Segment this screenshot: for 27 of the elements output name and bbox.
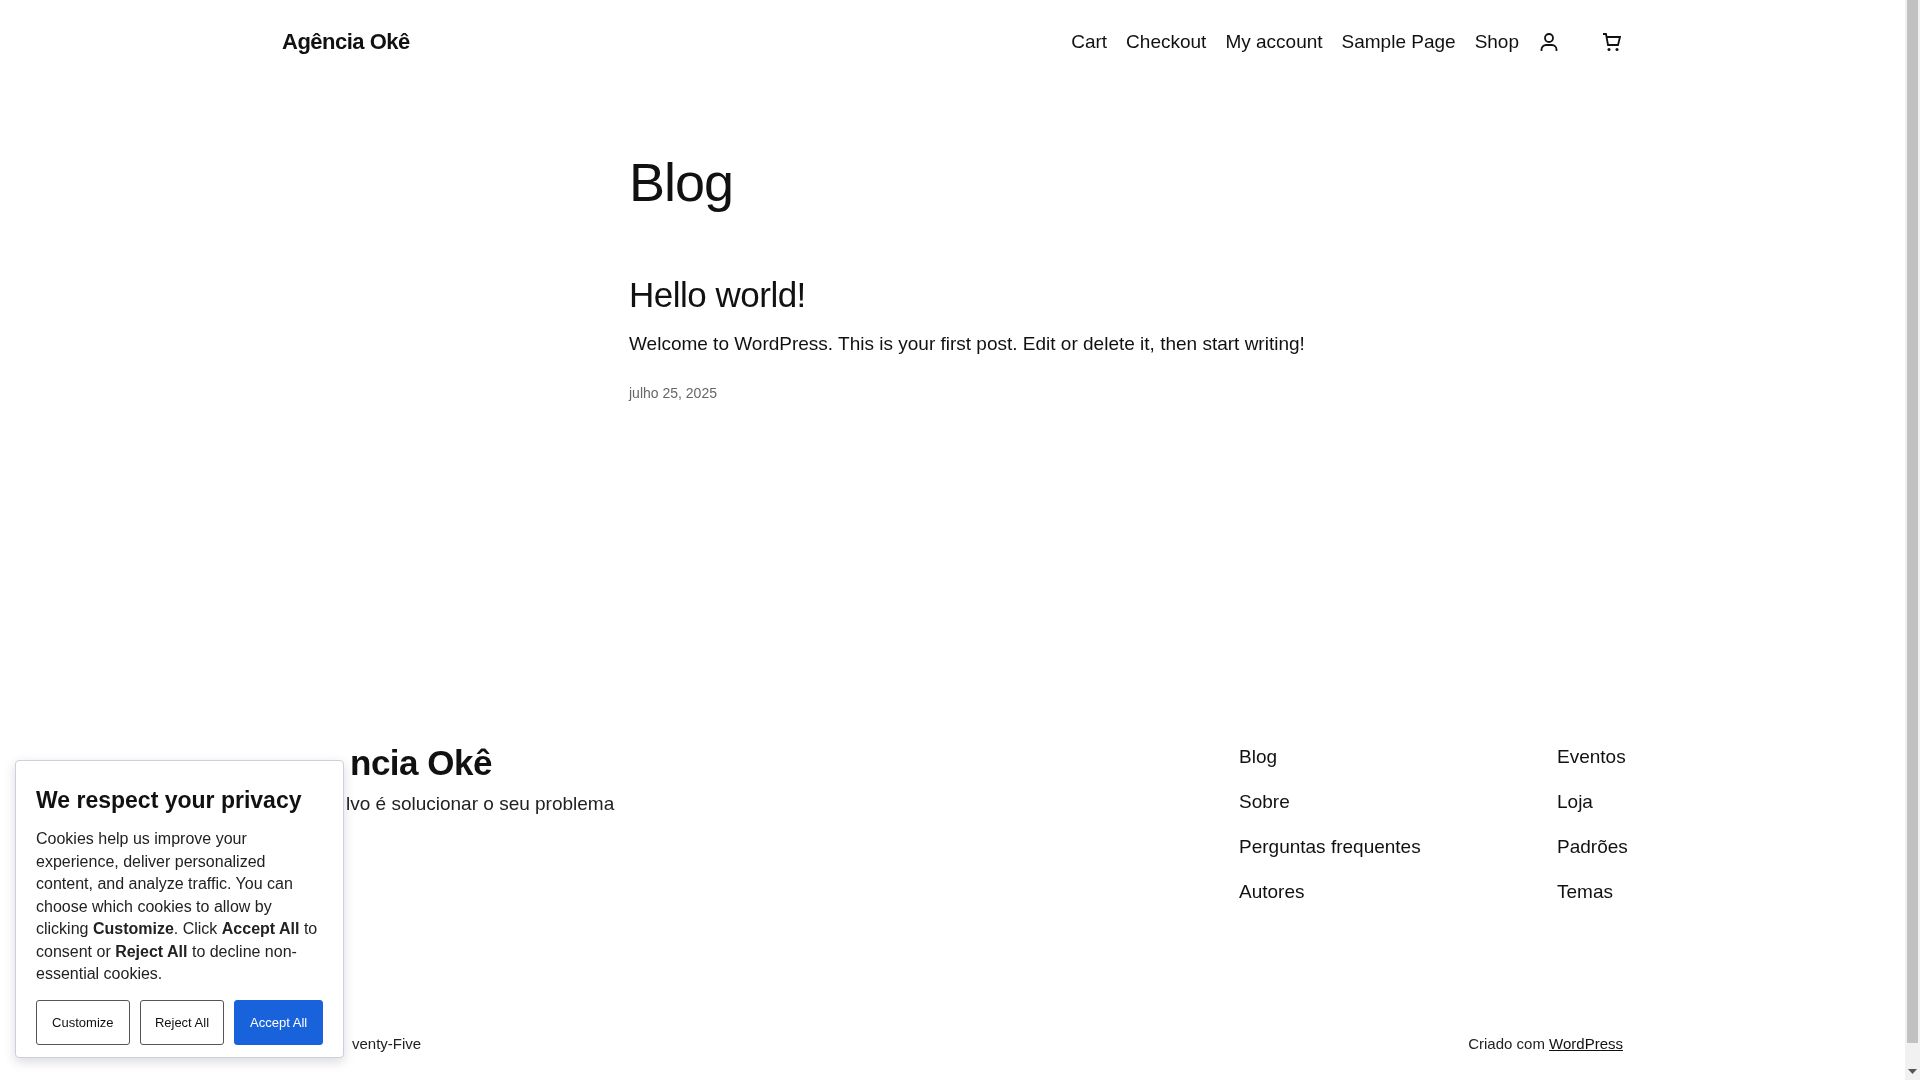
- footer-link[interactable]: Perguntas frequentes: [1239, 836, 1557, 858]
- post-title[interactable]: Hello world!: [629, 274, 1389, 315]
- footer-link[interactable]: Eventos: [1557, 746, 1623, 768]
- footer-link[interactable]: Temas: [1557, 881, 1623, 903]
- nav-link[interactable]: Checkout: [1126, 31, 1207, 53]
- dialog-title: We respect your privacy: [36, 787, 303, 814]
- post-excerpt: Welcome to WordPress. This is your first post. Edit or delete it, then start writing!: [629, 332, 1306, 355]
- footer-site-title[interactable]: ncia Okê: [350, 743, 615, 783]
- nav-link[interactable]: Sample Page: [1341, 31, 1456, 53]
- nav-link[interactable]: Cart: [1071, 31, 1108, 53]
- nav-link[interactable]: Shop: [1474, 31, 1519, 53]
- accept-button[interactable]: Accept All: [234, 999, 323, 1045]
- cookie-text: Cookies help us improve your experience, deliver personalized content, and analyze traffic. You can choose which cookies to allow by clicking Customize. Click Accept All to consent or Reject All to decline non-essential cookies.: [36, 829, 319, 984]
- credit-text: Criado com: [1468, 1035, 1545, 1052]
- footer-link[interactable]: Autores: [1239, 881, 1557, 903]
- cookie-button[interactable]: Customize: [36, 999, 130, 1045]
- site-title[interactable]: Agência Okê: [282, 29, 410, 55]
- footer-link[interactable]: Loja: [1557, 791, 1623, 813]
- wordpress-link[interactable]: WordPress: [1549, 1035, 1623, 1052]
- footer-link[interactable]: Blog: [1239, 746, 1557, 768]
- page-title: Blog: [629, 151, 735, 214]
- cookie-button[interactable]: Reject All: [139, 999, 225, 1045]
- footer-link[interactable]: Sobre: [1239, 791, 1557, 813]
- post-date[interactable]: julho 25, 2025: [629, 384, 1389, 401]
- theme-credit: venty-Five: [352, 1035, 422, 1052]
- nav-link[interactable]: My account: [1225, 31, 1323, 53]
- tagline: lvo é solucionar o seu problema: [346, 793, 615, 815]
